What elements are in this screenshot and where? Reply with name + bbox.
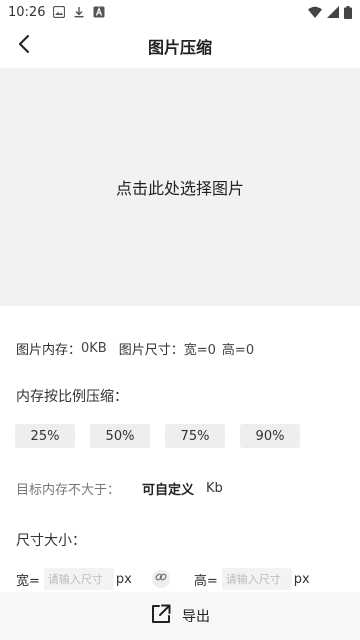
status-right — [308, 5, 352, 19]
ratio-option-75[interactable]: 75% — [165, 424, 225, 448]
wifi-icon — [308, 6, 322, 18]
a-icon — [93, 6, 105, 18]
image-picker-area[interactable]: 点击此处选择图片 — [0, 68, 360, 306]
height-input[interactable] — [221, 568, 292, 590]
height-value: 高=0 — [221, 342, 255, 358]
ratio-option-90[interactable]: 90% — [240, 424, 300, 448]
link-icon — [155, 571, 167, 587]
target-memory-label: 目标内存不大于： — [16, 482, 121, 498]
height-unit: px — [293, 571, 310, 587]
ratio-option-25[interactable]: 25% — [15, 424, 75, 448]
image-icon — [53, 6, 66, 18]
status-time: 10:26 — [8, 4, 46, 20]
memory-value: 0KB — [81, 340, 107, 356]
size-label: 图片尺寸： — [118, 342, 184, 358]
height-label: 高= — [193, 573, 218, 589]
target-memory-input[interactable]: 可自定义 — [142, 479, 194, 498]
width-input[interactable] — [43, 568, 114, 590]
image-picker-prompt: 点击此处选择图片 — [115, 179, 244, 198]
link-ratio-button[interactable] — [151, 570, 170, 588]
back-button[interactable] — [10, 32, 38, 60]
download-icon — [73, 6, 85, 18]
image-info-row: 图片内存： 0KB 图片尺寸： 宽=0 高=0 — [16, 338, 254, 358]
ratio-options: 25% 50% 75% 90% — [15, 424, 300, 448]
chevron-left-icon — [17, 35, 31, 57]
export-button[interactable]: 导出 — [0, 592, 360, 640]
target-memory-row: 目标内存不大于： 可自定义 Kb — [16, 478, 223, 498]
signal-icon — [327, 6, 339, 18]
width-label: 宽= — [16, 573, 40, 589]
ratio-option-50[interactable]: 50% — [90, 424, 150, 448]
battery-icon — [344, 5, 352, 19]
memory-label: 图片内存： — [16, 342, 82, 358]
ratio-section-label: 内存按比例压缩： — [16, 389, 128, 405]
export-label: 导出 — [182, 609, 210, 625]
width-value: 宽=0 — [183, 342, 216, 358]
status-left: 10:26 — [8, 5, 105, 20]
dimensions-row: 宽= px 高= px — [16, 567, 346, 591]
header: 图片压缩 — [0, 24, 360, 68]
page-title: 图片压缩 — [147, 38, 212, 57]
width-unit: px — [115, 571, 132, 587]
target-memory-unit: Kb — [206, 480, 223, 496]
size-section-label: 尺寸大小： — [16, 533, 86, 549]
status-bar: 10:26 — [0, 0, 360, 24]
export-icon — [150, 603, 172, 629]
